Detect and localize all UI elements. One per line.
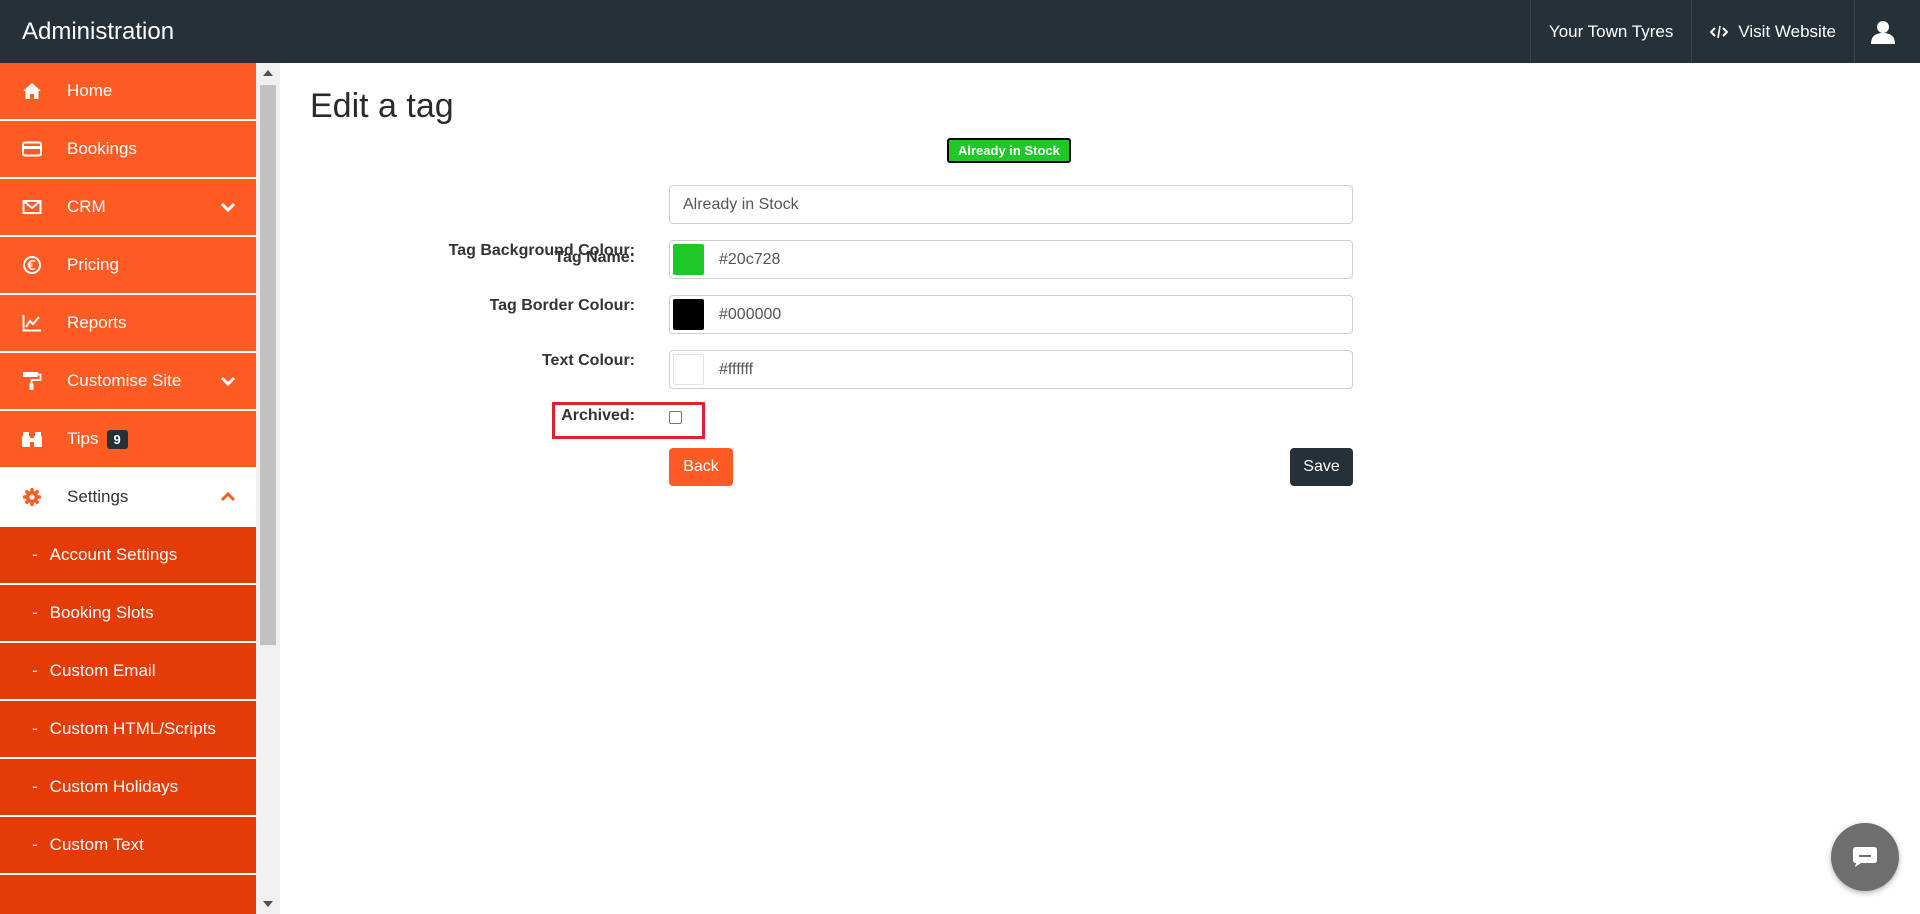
binoculars-icon xyxy=(21,428,43,450)
top-header: Administration Your Town Tyres Visit Web… xyxy=(0,0,1920,63)
sidebar-item-reports[interactable]: Reports xyxy=(0,295,256,353)
bg-colour-input[interactable]: #20c728 xyxy=(669,240,1353,279)
sidebar-item-label: Tips 9 xyxy=(67,428,128,450)
sidebar: Home Bookings CRM Pricing Reports Custom… xyxy=(0,63,256,914)
border-colour-input[interactable]: #000000 xyxy=(669,295,1353,334)
save-button[interactable]: Save xyxy=(1290,448,1353,486)
sidebar-subitem-label: Account Settings xyxy=(49,545,178,564)
credit-card-icon xyxy=(21,138,43,160)
sidebar-item-label: CRM xyxy=(67,197,106,216)
bg-colour-swatch[interactable] xyxy=(673,244,704,275)
sidebar-subitem-label: Custom Holidays xyxy=(49,777,179,796)
sidebar-subitem-custom-html-scripts[interactable]: - Custom HTML/Scripts xyxy=(0,701,256,759)
sidebar-item-label: Customise Site xyxy=(67,371,182,390)
gear-icon xyxy=(21,486,43,508)
sidebar-item-crm[interactable]: CRM xyxy=(0,179,256,237)
sidebar-item-settings[interactable]: Settings xyxy=(0,469,256,527)
sidebar-subitem-more[interactable] xyxy=(0,875,256,914)
code-icon xyxy=(1710,25,1729,38)
subitem-dash: - xyxy=(32,777,38,796)
visit-website-link[interactable]: Visit Website xyxy=(1691,0,1854,63)
line-chart-icon xyxy=(21,312,43,334)
chevron-down-icon xyxy=(220,371,236,391)
sidebar-subitem-custom-holidays[interactable]: - Custom Holidays xyxy=(0,759,256,817)
paint-roller-icon xyxy=(21,370,43,392)
euro-icon xyxy=(21,254,43,276)
user-icon xyxy=(1870,20,1895,44)
archived-checkbox[interactable] xyxy=(669,411,682,424)
home-icon xyxy=(21,80,43,102)
bg-colour-label: Tag Background Colour: xyxy=(448,242,635,259)
sidebar-scrollbar[interactable] xyxy=(256,63,280,914)
subitem-dash: - xyxy=(32,661,38,680)
sidebar-subitem-custom-text[interactable]: - Custom Text xyxy=(0,817,256,875)
sidebar-subitem-custom-email[interactable]: - Custom Email xyxy=(0,643,256,701)
text-colour-value: #ffffff xyxy=(719,361,754,378)
app-title: Administration xyxy=(22,18,175,45)
tag-name-input[interactable]: Already in Stock xyxy=(669,185,1353,224)
sidebar-item-label: Home xyxy=(67,81,113,100)
envelope-icon xyxy=(21,196,43,218)
chevron-down-icon xyxy=(220,197,236,217)
border-colour-swatch[interactable] xyxy=(673,299,704,330)
bg-colour-value: #20c728 xyxy=(719,251,781,268)
company-name-link[interactable]: Your Town Tyres xyxy=(1529,0,1691,63)
sidebar-item-label: Bookings xyxy=(67,139,137,158)
scroll-up-arrow-icon[interactable] xyxy=(263,70,273,76)
subitem-dash: - xyxy=(32,835,38,854)
page-title: Edit a tag xyxy=(310,87,454,125)
subitem-dash: - xyxy=(32,719,38,738)
text-colour-input[interactable]: #ffffff xyxy=(669,350,1353,389)
sidebar-item-label: Reports xyxy=(67,313,127,332)
top-nav: Your Town Tyres Visit Website xyxy=(1529,0,1920,63)
scroll-down-arrow-icon[interactable] xyxy=(263,901,273,907)
border-colour-value: #000000 xyxy=(719,306,782,323)
chevron-up-icon xyxy=(220,487,236,507)
visit-website-label: Visit Website xyxy=(1738,21,1836,41)
tag-preview-badge: Already in Stock xyxy=(947,138,1071,163)
sidebar-item-label: Settings xyxy=(67,487,129,506)
scrollbar-thumb[interactable] xyxy=(260,85,276,645)
text-colour-swatch[interactable] xyxy=(673,354,704,385)
sidebar-item-bookings[interactable]: Bookings xyxy=(0,121,256,179)
company-name: Your Town Tyres xyxy=(1548,21,1674,41)
sidebar-subitem-label: Booking Slots xyxy=(49,603,154,622)
main-content: Edit a tag Already in Stock Tag Name: Al… xyxy=(280,63,1920,914)
back-button[interactable]: Back xyxy=(669,448,733,486)
tips-label: Tips xyxy=(67,428,99,448)
subitem-dash: - xyxy=(32,545,38,564)
sidebar-item-tips[interactable]: Tips 9 xyxy=(0,411,256,469)
subitem-dash: - xyxy=(32,603,38,622)
sidebar-subitem-label: Custom Email xyxy=(49,661,156,680)
sidebar-subitem-booking-slots[interactable]: - Booking Slots xyxy=(0,585,256,643)
chat-widget-button[interactable] xyxy=(1831,823,1899,891)
sidebar-subitem-label: Custom Text xyxy=(49,835,144,854)
sidebar-item-customise-site[interactable]: Customise Site xyxy=(0,353,256,411)
chat-bubble-icon xyxy=(1853,847,1877,867)
sidebar-item-label: Pricing xyxy=(67,255,119,274)
tips-count-badge: 9 xyxy=(106,430,128,450)
sidebar-subitem-label: Custom HTML/Scripts xyxy=(49,719,216,738)
sidebar-item-home[interactable]: Home xyxy=(0,63,256,121)
archived-label: Archived: xyxy=(561,407,635,424)
user-menu-button[interactable] xyxy=(1854,0,1920,63)
sidebar-subitem-account-settings[interactable]: - Account Settings xyxy=(0,527,256,585)
sidebar-item-pricing[interactable]: Pricing xyxy=(0,237,256,295)
border-colour-label: Tag Border Colour: xyxy=(489,297,635,314)
text-colour-label: Text Colour: xyxy=(541,352,635,369)
